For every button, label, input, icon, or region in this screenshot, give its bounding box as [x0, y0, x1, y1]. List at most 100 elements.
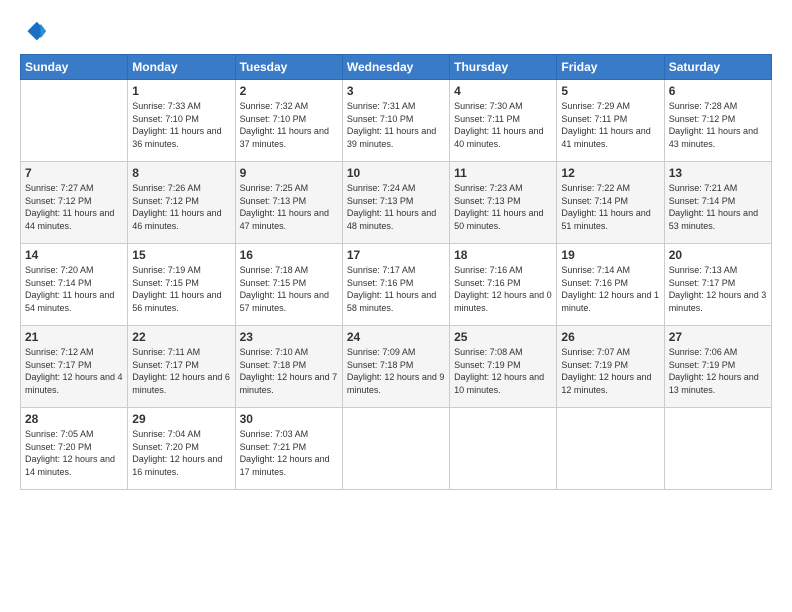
day-info: Sunrise: 7:11 AMSunset: 7:17 PMDaylight:… — [132, 346, 230, 396]
calendar-body: 1 Sunrise: 7:33 AMSunset: 7:10 PMDaylight… — [21, 80, 772, 490]
day-number: 19 — [561, 248, 659, 262]
day-info: Sunrise: 7:26 AMSunset: 7:12 PMDaylight:… — [132, 182, 230, 232]
day-number: 18 — [454, 248, 552, 262]
day-number: 20 — [669, 248, 767, 262]
calendar-cell: 28 Sunrise: 7:05 AMSunset: 7:20 PMDayligh… — [21, 408, 128, 490]
calendar-cell: 27Sunrise: 7:06 AMSunset: 7:19 PMDayligh… — [664, 326, 771, 408]
day-number: 1 — [132, 84, 230, 98]
day-info: Sunrise: 7:24 AMSunset: 7:13 PMDaylight:… — [347, 182, 445, 232]
calendar-cell: 20 Sunrise: 7:13 AMSunset: 7:17 PMDayligh… — [664, 244, 771, 326]
calendar-cell — [342, 408, 449, 490]
logo — [20, 18, 50, 46]
logo-icon — [20, 18, 48, 46]
day-number: 24 — [347, 330, 445, 344]
day-info: Sunrise: 7:04 AMSunset: 7:20 PMDaylight:… — [132, 428, 230, 478]
calendar-cell: 4 Sunrise: 7:30 AMSunset: 7:11 PMDaylight… — [450, 80, 557, 162]
day-info: Sunrise: 7:23 AMSunset: 7:13 PMDaylight:… — [454, 182, 552, 232]
calendar-cell: 18Sunrise: 7:16 AMSunset: 7:16 PMDayligh… — [450, 244, 557, 326]
day-number: 12 — [561, 166, 659, 180]
day-number: 21 — [25, 330, 123, 344]
day-number: 4 — [454, 84, 552, 98]
day-info: Sunrise: 7:32 AMSunset: 7:10 PMDaylight:… — [240, 100, 338, 150]
calendar-week-2: 7 Sunrise: 7:27 AMSunset: 7:12 PMDaylight… — [21, 162, 772, 244]
day-info: Sunrise: 7:17 AMSunset: 7:16 PMDaylight:… — [347, 264, 445, 314]
weekday-header-monday: Monday — [128, 55, 235, 80]
day-info: Sunrise: 7:18 AMSunset: 7:15 PMDaylight:… — [240, 264, 338, 314]
weekday-header-wednesday: Wednesday — [342, 55, 449, 80]
day-number: 22 — [132, 330, 230, 344]
calendar-week-5: 28 Sunrise: 7:05 AMSunset: 7:20 PMDayligh… — [21, 408, 772, 490]
day-number: 10 — [347, 166, 445, 180]
calendar-cell: 24Sunrise: 7:09 AMSunset: 7:18 PMDayligh… — [342, 326, 449, 408]
calendar-cell: 19 Sunrise: 7:14 AMSunset: 7:16 PMDayligh… — [557, 244, 664, 326]
calendar-week-3: 14 Sunrise: 7:20 AMSunset: 7:14 PMDayligh… — [21, 244, 772, 326]
calendar-cell: 26 Sunrise: 7:07 AMSunset: 7:19 PMDayligh… — [557, 326, 664, 408]
calendar-cell: 7 Sunrise: 7:27 AMSunset: 7:12 PMDaylight… — [21, 162, 128, 244]
calendar-cell: 23Sunrise: 7:10 AMSunset: 7:18 PMDayligh… — [235, 326, 342, 408]
calendar-cell — [557, 408, 664, 490]
calendar-cell: 6 Sunrise: 7:28 AMSunset: 7:12 PMDaylight… — [664, 80, 771, 162]
day-info: Sunrise: 7:14 AMSunset: 7:16 PMDaylight:… — [561, 264, 659, 314]
calendar-week-4: 21 Sunrise: 7:12 AMSunset: 7:17 PMDayligh… — [21, 326, 772, 408]
day-number: 13 — [669, 166, 767, 180]
calendar-cell: 2Sunrise: 7:32 AMSunset: 7:10 PMDaylight… — [235, 80, 342, 162]
day-number: 26 — [561, 330, 659, 344]
calendar-cell: 8 Sunrise: 7:26 AMSunset: 7:12 PMDaylight… — [128, 162, 235, 244]
calendar-header: SundayMondayTuesdayWednesdayThursdayFrid… — [21, 55, 772, 80]
day-number: 15 — [132, 248, 230, 262]
day-info: Sunrise: 7:33 AMSunset: 7:10 PMDaylight:… — [132, 100, 230, 150]
calendar-cell: 16 Sunrise: 7:18 AMSunset: 7:15 PMDayligh… — [235, 244, 342, 326]
day-info: Sunrise: 7:07 AMSunset: 7:19 PMDaylight:… — [561, 346, 659, 396]
calendar-cell: 22 Sunrise: 7:11 AMSunset: 7:17 PMDayligh… — [128, 326, 235, 408]
day-number: 28 — [25, 412, 123, 426]
day-number: 11 — [454, 166, 552, 180]
calendar-cell: 11 Sunrise: 7:23 AMSunset: 7:13 PMDayligh… — [450, 162, 557, 244]
day-number: 16 — [240, 248, 338, 262]
calendar-cell: 25 Sunrise: 7:08 AMSunset: 7:19 PMDayligh… — [450, 326, 557, 408]
calendar-cell: 30Sunrise: 7:03 AMSunset: 7:21 PMDayligh… — [235, 408, 342, 490]
day-info: Sunrise: 7:29 AMSunset: 7:11 PMDaylight:… — [561, 100, 659, 150]
calendar-cell: 13 Sunrise: 7:21 AMSunset: 7:14 PMDayligh… — [664, 162, 771, 244]
calendar-cell: 10 Sunrise: 7:24 AMSunset: 7:13 PMDayligh… — [342, 162, 449, 244]
calendar-cell: 17Sunrise: 7:17 AMSunset: 7:16 PMDayligh… — [342, 244, 449, 326]
day-info: Sunrise: 7:22 AMSunset: 7:14 PMDaylight:… — [561, 182, 659, 232]
day-number: 6 — [669, 84, 767, 98]
day-number: 25 — [454, 330, 552, 344]
day-number: 14 — [25, 248, 123, 262]
day-info: Sunrise: 7:13 AMSunset: 7:17 PMDaylight:… — [669, 264, 767, 314]
day-number: 9 — [240, 166, 338, 180]
weekday-header-sunday: Sunday — [21, 55, 128, 80]
day-info: Sunrise: 7:27 AMSunset: 7:12 PMDaylight:… — [25, 182, 123, 232]
calendar-cell — [664, 408, 771, 490]
calendar-cell: 15Sunrise: 7:19 AMSunset: 7:15 PMDayligh… — [128, 244, 235, 326]
day-number: 8 — [132, 166, 230, 180]
day-info: Sunrise: 7:21 AMSunset: 7:14 PMDaylight:… — [669, 182, 767, 232]
day-info: Sunrise: 7:20 AMSunset: 7:14 PMDaylight:… — [25, 264, 123, 314]
weekday-header-tuesday: Tuesday — [235, 55, 342, 80]
calendar-cell: 12 Sunrise: 7:22 AMSunset: 7:14 PMDayligh… — [557, 162, 664, 244]
calendar-cell: 14 Sunrise: 7:20 AMSunset: 7:14 PMDayligh… — [21, 244, 128, 326]
day-info: Sunrise: 7:31 AMSunset: 7:10 PMDaylight:… — [347, 100, 445, 150]
calendar-cell: 29Sunrise: 7:04 AMSunset: 7:20 PMDayligh… — [128, 408, 235, 490]
day-info: Sunrise: 7:05 AMSunset: 7:20 PMDaylight:… — [25, 428, 123, 478]
day-info: Sunrise: 7:25 AMSunset: 7:13 PMDaylight:… — [240, 182, 338, 232]
calendar-cell: 3Sunrise: 7:31 AMSunset: 7:10 PMDaylight… — [342, 80, 449, 162]
day-info: Sunrise: 7:08 AMSunset: 7:19 PMDaylight:… — [454, 346, 552, 396]
calendar-table: SundayMondayTuesdayWednesdayThursdayFrid… — [20, 54, 772, 490]
weekday-header-saturday: Saturday — [664, 55, 771, 80]
day-info: Sunrise: 7:30 AMSunset: 7:11 PMDaylight:… — [454, 100, 552, 150]
day-number: 23 — [240, 330, 338, 344]
weekday-header-thursday: Thursday — [450, 55, 557, 80]
weekday-header-row: SundayMondayTuesdayWednesdayThursdayFrid… — [21, 55, 772, 80]
day-number: 27 — [669, 330, 767, 344]
calendar-cell — [21, 80, 128, 162]
day-info: Sunrise: 7:12 AMSunset: 7:17 PMDaylight:… — [25, 346, 123, 396]
calendar-cell: 1 Sunrise: 7:33 AMSunset: 7:10 PMDaylight… — [128, 80, 235, 162]
day-number: 5 — [561, 84, 659, 98]
day-info: Sunrise: 7:03 AMSunset: 7:21 PMDaylight:… — [240, 428, 338, 478]
calendar-cell: 21 Sunrise: 7:12 AMSunset: 7:17 PMDayligh… — [21, 326, 128, 408]
header — [20, 18, 772, 46]
day-info: Sunrise: 7:28 AMSunset: 7:12 PMDaylight:… — [669, 100, 767, 150]
calendar-cell — [450, 408, 557, 490]
day-number: 7 — [25, 166, 123, 180]
